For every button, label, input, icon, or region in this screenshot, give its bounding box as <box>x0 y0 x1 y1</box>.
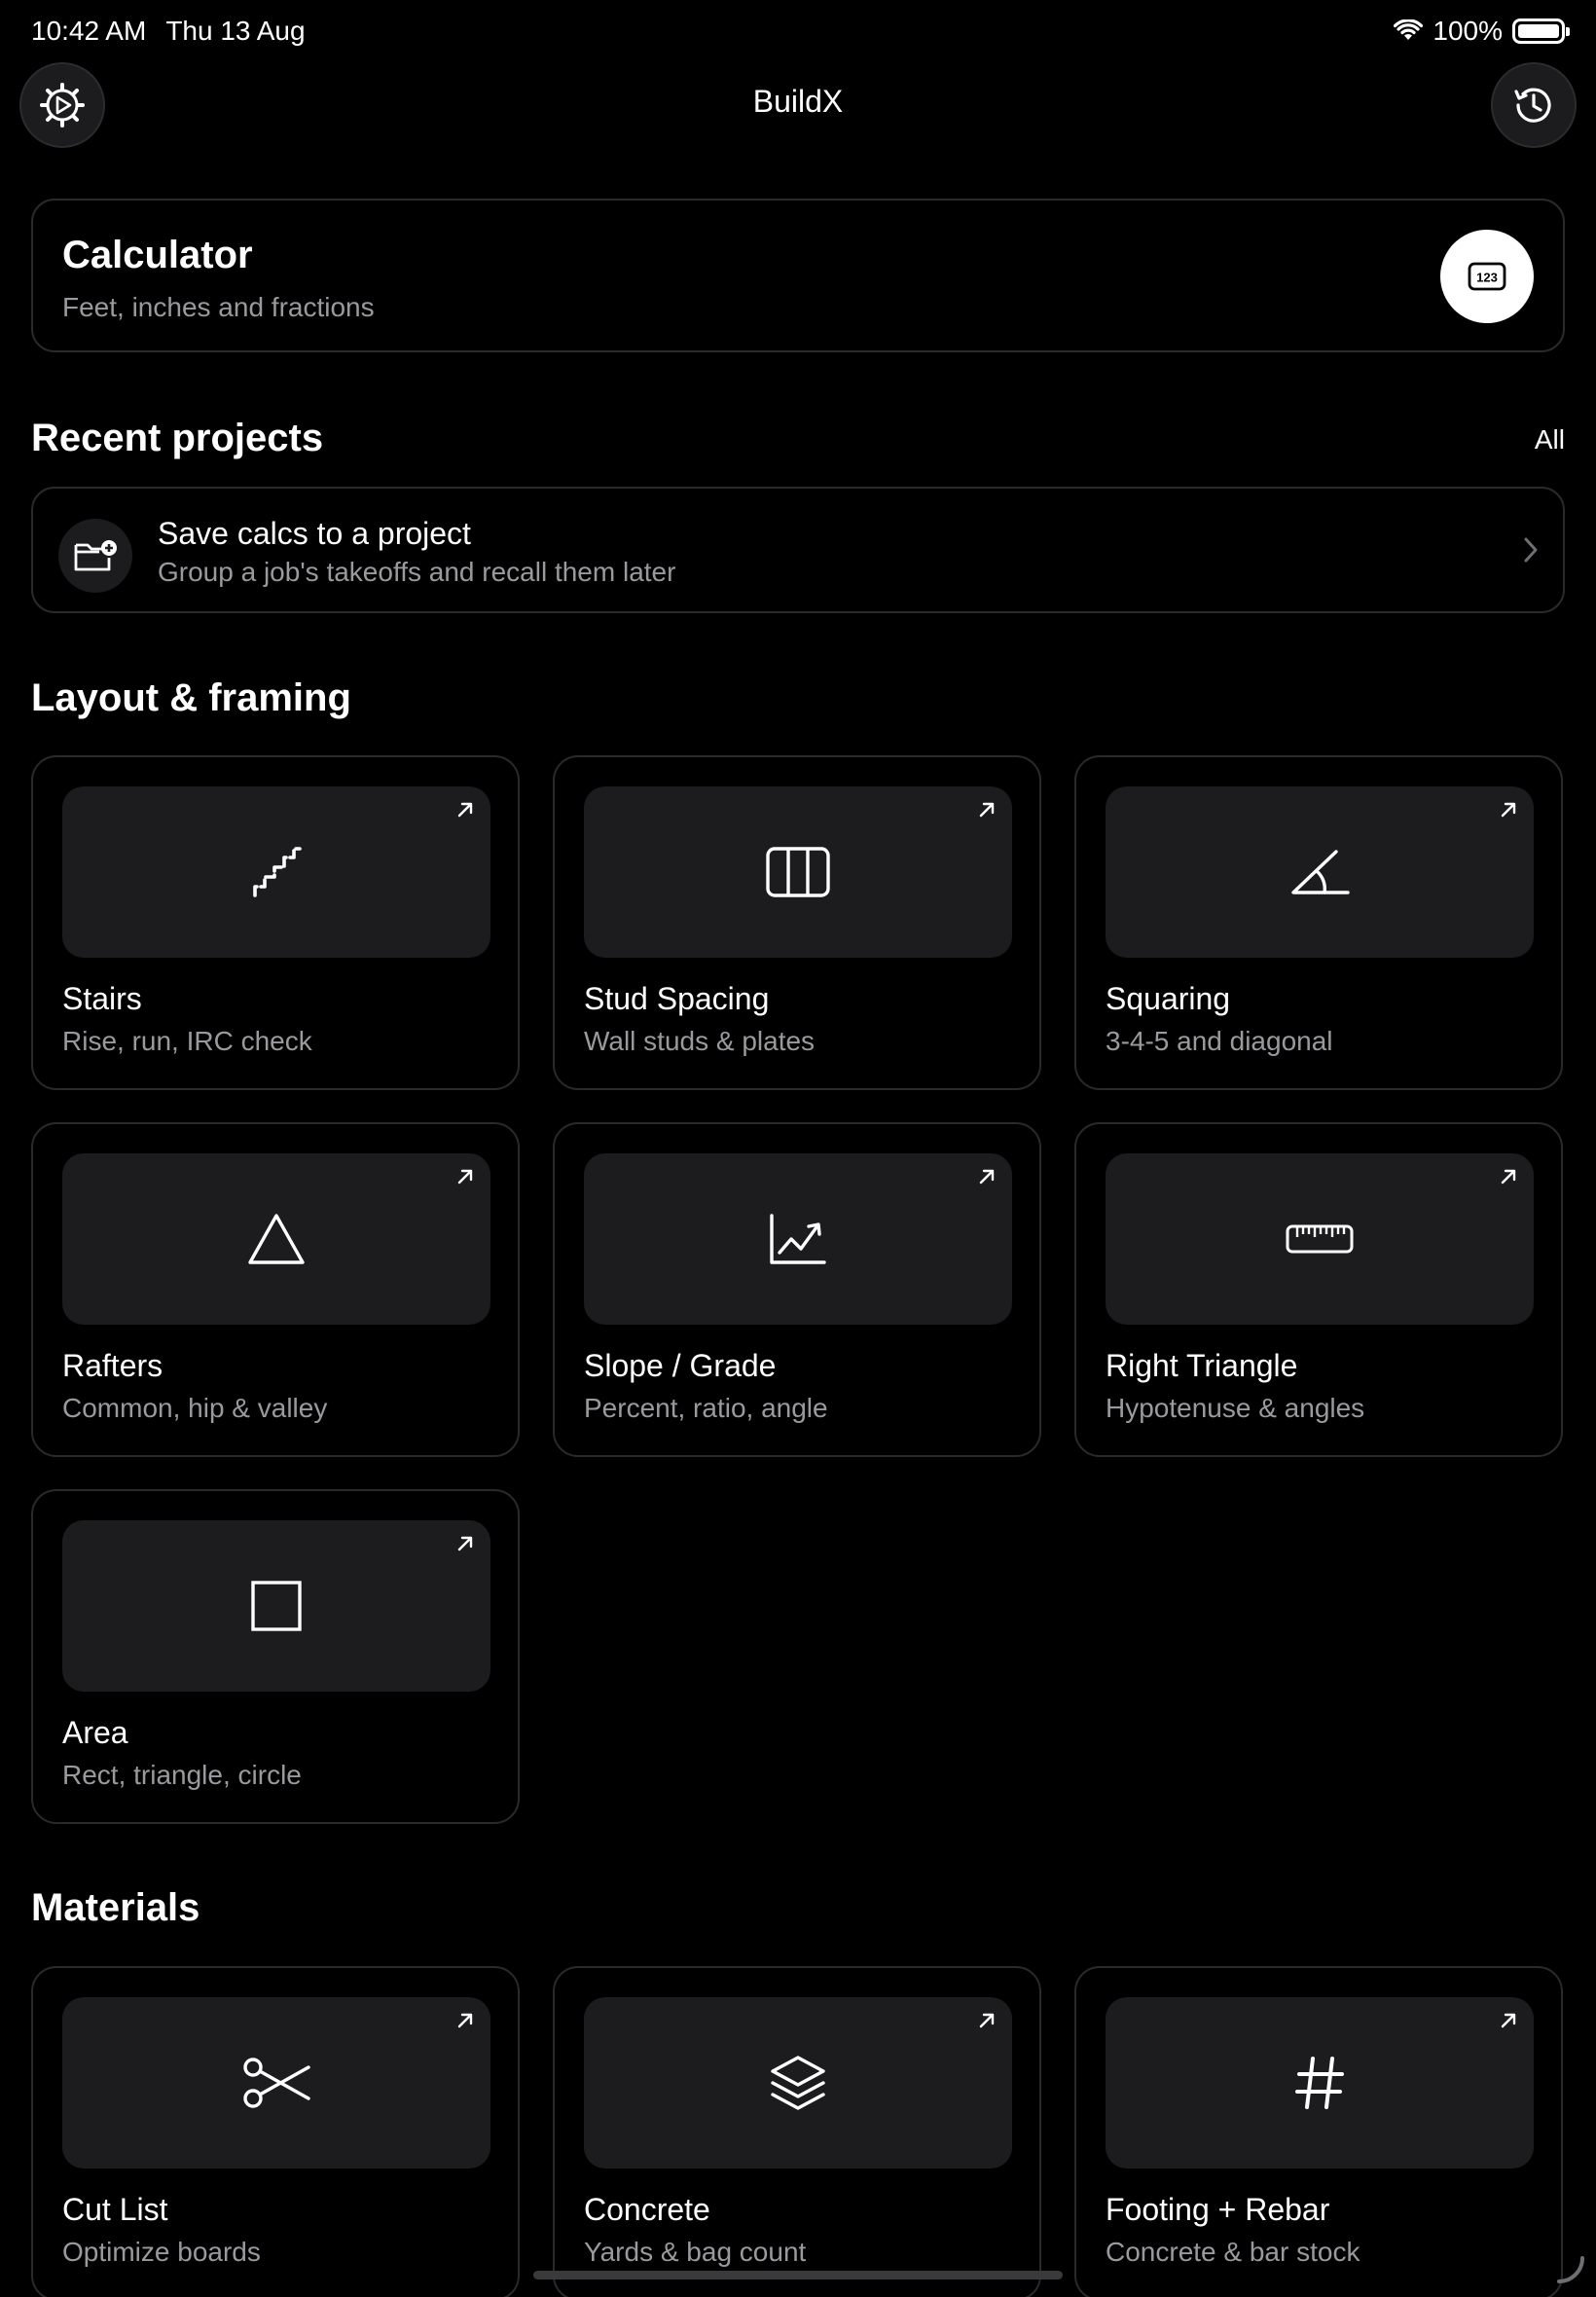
layout-framing-title: Layout & framing <box>31 676 351 719</box>
tool-thumb <box>62 786 490 958</box>
tool-thumb <box>1106 1153 1534 1325</box>
status-bar: 10:42 AM Thu 13 Aug 100% <box>31 14 1570 49</box>
open-arrow-icon <box>453 2009 477 2032</box>
ruler-icon <box>1285 1221 1355 1257</box>
tool-desc: Rise, run, IRC check <box>62 1026 312 1056</box>
history-button[interactable] <box>1491 62 1577 148</box>
battery-icon <box>1512 18 1570 44</box>
open-arrow-icon <box>975 1165 998 1188</box>
open-arrow-icon <box>1497 2009 1520 2032</box>
project-row-subtitle: Group a job's takeoffs and recall them l… <box>158 557 676 587</box>
app-screen: 10:42 AM Thu 13 Aug 100% BuildX Calculat… <box>0 0 1596 2297</box>
angle-icon <box>1288 848 1352 896</box>
home-indicator[interactable] <box>533 2271 1063 2279</box>
wifi-icon <box>1394 19 1424 43</box>
recent-projects-title: Recent projects <box>31 417 324 459</box>
status-time: 10:42 AM <box>31 16 147 46</box>
history-clock-icon <box>1510 82 1557 128</box>
tool-card-squaring[interactable]: Squaring 3-4-5 and diagonal <box>1074 755 1563 1090</box>
chevron-right-icon <box>1520 533 1542 566</box>
open-arrow-icon <box>975 2009 998 2032</box>
view-all-projects-link[interactable]: All <box>1535 424 1565 456</box>
tool-thumb <box>584 1997 1012 2169</box>
battery-percent: 100% <box>1433 16 1503 46</box>
tool-thumb <box>62 1153 490 1325</box>
tool-card-right-triangle[interactable]: Right Triangle Hypotenuse & angles <box>1074 1122 1563 1457</box>
square-icon <box>250 1580 303 1632</box>
tool-thumb <box>584 1153 1012 1325</box>
open-arrow-icon <box>453 1532 477 1555</box>
tool-card-rafters[interactable]: Rafters Common, hip & valley <box>31 1122 520 1457</box>
tool-desc: Common, hip & valley <box>62 1393 328 1423</box>
calculator-card[interactable]: Calculator Feet, inches and fractions 12… <box>31 199 1565 352</box>
tool-desc: Percent, ratio, angle <box>584 1393 828 1423</box>
tool-thumb <box>1106 786 1534 958</box>
calculator-title: Calculator <box>62 234 253 276</box>
status-date: Thu 13 Aug <box>165 16 306 46</box>
materials-title: Materials <box>31 1886 200 1929</box>
tool-name: Area <box>62 1715 128 1750</box>
tool-thumb <box>62 1520 490 1692</box>
project-row-title: Save calcs to a project <box>158 516 471 551</box>
open-arrow-icon <box>975 798 998 821</box>
tool-name: Cut List <box>62 2192 168 2227</box>
scissors-icon <box>240 2056 312 2110</box>
svg-text:123: 123 <box>1476 271 1498 285</box>
tool-desc: Rect, triangle, circle <box>62 1760 302 1790</box>
battery-fill <box>1518 24 1559 38</box>
tool-thumb <box>62 1997 490 2169</box>
tool-thumb <box>1106 1997 1534 2169</box>
tool-desc: Yards & bag count <box>584 2237 807 2267</box>
stairs-icon <box>249 845 304 899</box>
tool-card-stud-spacing[interactable]: Stud Spacing Wall studs & plates <box>553 755 1041 1090</box>
layers-icon <box>768 2054 828 2112</box>
open-arrow-icon <box>453 798 477 821</box>
tool-name: Squaring <box>1106 981 1231 1016</box>
open-arrow-icon <box>1497 1165 1520 1188</box>
hash-icon <box>1293 2055 1346 2111</box>
tool-card-area[interactable]: Area Rect, triangle, circle <box>31 1489 520 1824</box>
tool-name: Right Triangle <box>1106 1348 1298 1383</box>
open-arrow-icon <box>1497 798 1520 821</box>
trend-chart-icon <box>768 1212 828 1266</box>
tool-desc: Optimize boards <box>62 2237 261 2267</box>
tool-card-stairs[interactable]: Stairs Rise, run, IRC check <box>31 755 520 1090</box>
corner-arc-icon <box>1555 2254 1586 2285</box>
tool-name: Footing + Rebar <box>1106 2192 1330 2227</box>
tool-desc: Wall studs & plates <box>584 1026 816 1056</box>
tool-desc: Hypotenuse & angles <box>1106 1393 1365 1423</box>
columns-icon <box>765 846 831 898</box>
tool-name: Slope / Grade <box>584 1348 777 1383</box>
open-arrow-icon <box>453 1165 477 1188</box>
tool-card-concrete[interactable]: Concrete Yards & bag count <box>553 1966 1041 2297</box>
tool-name: Concrete <box>584 2192 710 2227</box>
save-calcs-project-row[interactable]: Save calcs to a project Group a job's ta… <box>31 487 1565 613</box>
status-right: 100% <box>1394 16 1570 47</box>
calculator-subtitle: Feet, inches and fractions <box>62 292 375 322</box>
tool-desc: Concrete & bar stock <box>1106 2237 1360 2267</box>
folder-add-icon <box>58 519 132 593</box>
tool-card-footing-rebar[interactable]: Footing + Rebar Concrete & bar stock <box>1074 1966 1563 2297</box>
tool-name: Rafters <box>62 1348 163 1383</box>
tool-name: Stairs <box>62 981 142 1016</box>
tool-card-slope-grade[interactable]: Slope / Grade Percent, ratio, angle <box>553 1122 1041 1457</box>
tool-thumb <box>584 786 1012 958</box>
status-left: 10:42 AM Thu 13 Aug <box>31 16 325 47</box>
tool-card-cut-list[interactable]: Cut List Optimize boards <box>31 1966 520 2297</box>
app-title: BuildX <box>752 84 844 119</box>
tool-desc: 3-4-5 and diagonal <box>1106 1026 1333 1056</box>
tool-name: Stud Spacing <box>584 981 770 1016</box>
open-calculator-button[interactable]: 123 <box>1440 230 1534 323</box>
triangle-icon <box>246 1212 307 1266</box>
numeric-keypad-icon: 123 <box>1468 262 1506 291</box>
